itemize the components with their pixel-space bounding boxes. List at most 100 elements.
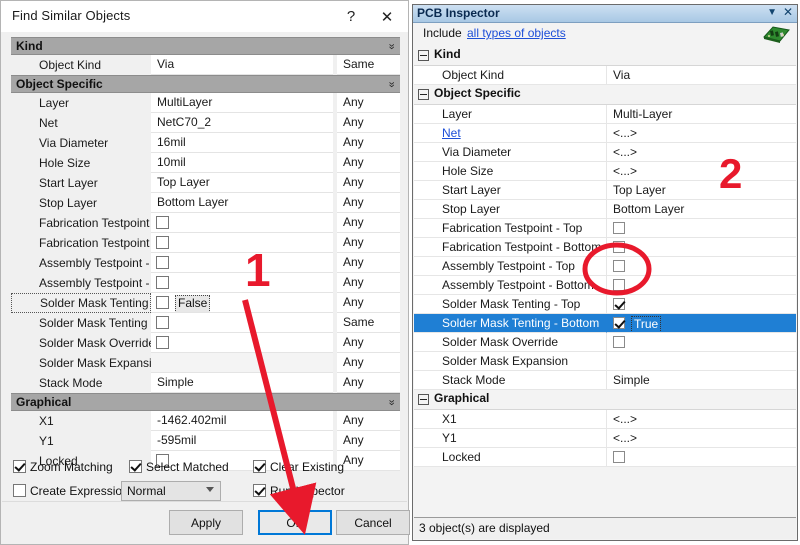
property-row[interactable]: Solder Mask Override Any [11,333,400,353]
inspector-property-row[interactable]: Net <...> [414,124,796,143]
match-mode-cell[interactable]: Any [337,213,400,233]
property-row[interactable]: Layer MultiLayer Any [11,93,400,113]
property-row[interactable]: Fabrication Testpoint - T Any [11,213,400,233]
cancel-button[interactable]: Cancel [336,510,410,535]
property-value[interactable]: Bottom Layer [151,193,333,213]
inspector-property-value[interactable]: Top Layer [607,181,796,200]
property-value[interactable] [151,333,333,353]
property-row[interactable]: Solder Mask Expansion Any [11,353,400,373]
net-link[interactable]: Net [442,126,461,140]
collapse-chevron-icon[interactable]: » [382,81,399,87]
checkbox[interactable] [156,316,169,329]
match-mode-cell[interactable]: Any [337,173,400,193]
inspector-section-kind[interactable]: Kind [414,46,796,66]
match-mode-cell[interactable]: Any [337,373,400,393]
checkbox[interactable] [613,298,625,310]
property-row[interactable]: Fabrication Testpoint - B Any [11,233,400,253]
inspector-property-row[interactable]: Assembly Testpoint - Bottom [414,276,796,295]
inspector-property-row[interactable]: Stop Layer Bottom Layer [414,200,796,219]
inspector-property-row[interactable]: X1 <...> [414,410,796,429]
checkbox[interactable] [156,236,169,249]
match-mode-cell[interactable]: Any [337,333,400,353]
inspector-property-row[interactable]: Stack Mode Simple [414,371,796,390]
property-value[interactable]: MultiLayer [151,93,333,113]
checkbox[interactable] [613,451,625,463]
inspector-property-row[interactable]: Fabrication Testpoint - Top [414,219,796,238]
property-value[interactable]: Top Layer [151,173,333,193]
checkbox[interactable] [156,276,169,289]
inspector-property-value[interactable]: <...> [607,162,796,181]
checkbox[interactable] [613,336,625,348]
property-value[interactable] [151,353,333,373]
inspector-property-row[interactable]: Object Kind Via [414,66,796,85]
checkbox[interactable] [13,460,26,473]
checkbox[interactable] [253,484,266,497]
property-row[interactable]: Start Layer Top Layer Any [11,173,400,193]
include-types-link[interactable]: all types of objects [467,26,566,40]
property-row[interactable]: Assembly Testpoint - Top Any [11,253,400,273]
option-select-matched[interactable]: Select Matched [129,460,229,475]
inspector-property-value[interactable]: Multi-Layer [607,105,796,124]
collapse-chevron-icon[interactable]: » [382,399,399,405]
inspector-property-row[interactable]: Fabrication Testpoint - Bottom [414,238,796,257]
inspector-property-row[interactable]: Solder Mask Override [414,333,796,352]
property-row[interactable]: X1 -1462.402mil Any [11,411,400,431]
help-icon[interactable]: ? [334,1,368,32]
checkbox[interactable] [613,222,625,234]
inspector-property-value[interactable] [607,448,796,467]
checkbox[interactable] [156,256,169,269]
inspector-property-row[interactable]: Locked [414,448,796,467]
inspector-section-graphical[interactable]: Graphical [414,390,796,410]
inspector-property-value[interactable]: <...> [607,429,796,448]
property-row[interactable]: Solder Mask Tenting - T False Any [11,293,400,313]
property-row[interactable]: Stack Mode Simple Any [11,373,400,393]
inspector-value-editor[interactable]: True [631,316,662,332]
property-row[interactable]: Hole Size 10mil Any [11,153,400,173]
match-mode-cell[interactable]: Any [337,273,400,293]
match-mode-cell[interactable]: Any [337,253,400,273]
match-mode-cell[interactable]: Any [337,93,400,113]
match-mode-cell[interactable]: Any [337,133,400,153]
property-row[interactable]: Net NetC70_2 Any [11,113,400,133]
match-mode-cell[interactable]: Same [337,55,400,75]
match-mode-cell[interactable]: Any [337,113,400,133]
inspector-property-row[interactable]: Y1 <...> [414,429,796,448]
match-mode-cell[interactable]: Any [337,353,400,373]
inspector-property-row[interactable]: Solder Mask Tenting - Bottom True [414,314,796,333]
checkbox[interactable] [613,241,625,253]
property-row[interactable]: Object Kind Via Same [11,55,400,75]
property-value[interactable]: -1462.402mil [151,411,333,431]
inspector-property-value[interactable]: <...> [607,124,796,143]
property-value[interactable]: NetC70_2 [151,113,333,133]
close-icon[interactable]: ✕ [783,5,793,19]
property-value[interactable]: False [151,293,333,313]
collapse-toggle-icon[interactable] [418,394,429,405]
inspector-property-value[interactable] [607,219,796,238]
property-row[interactable]: Via Diameter 16mil Any [11,133,400,153]
match-mode-cell[interactable]: Any [337,293,400,313]
property-value[interactable]: 10mil [151,153,333,173]
collapse-toggle-icon[interactable] [418,89,429,100]
inspector-property-value[interactable] [607,295,796,314]
match-mode-cell[interactable]: Any [337,431,400,451]
property-value[interactable]: 16mil [151,133,333,153]
match-mode-cell[interactable]: Any [337,233,400,253]
inspector-property-value[interactable] [607,333,796,352]
property-value-editor[interactable]: False [175,295,211,312]
property-value[interactable] [151,273,333,293]
option-create-expression[interactable]: Create Expression [13,484,129,499]
property-value[interactable]: Simple [151,373,333,393]
chevron-down-icon[interactable]: ▼ [767,7,777,18]
inspector-property-value[interactable] [607,276,796,295]
inspector-property-row[interactable]: Solder Mask Tenting - Top [414,295,796,314]
property-row[interactable]: Y1 -595mil Any [11,431,400,451]
property-value[interactable] [151,213,333,233]
inspector-property-value[interactable]: Via [607,66,796,85]
option-run-inspector[interactable]: Run Inspector [253,484,345,499]
match-mode-cell[interactable]: Same [337,313,400,333]
match-mode-cell[interactable]: Any [337,193,400,213]
property-value[interactable] [151,233,333,253]
option-clear-existing[interactable]: Clear Existing [253,460,344,475]
section-header-graphical[interactable]: Graphical » [11,393,400,411]
property-row[interactable]: Assembly Testpoint - Bot Any [11,273,400,293]
